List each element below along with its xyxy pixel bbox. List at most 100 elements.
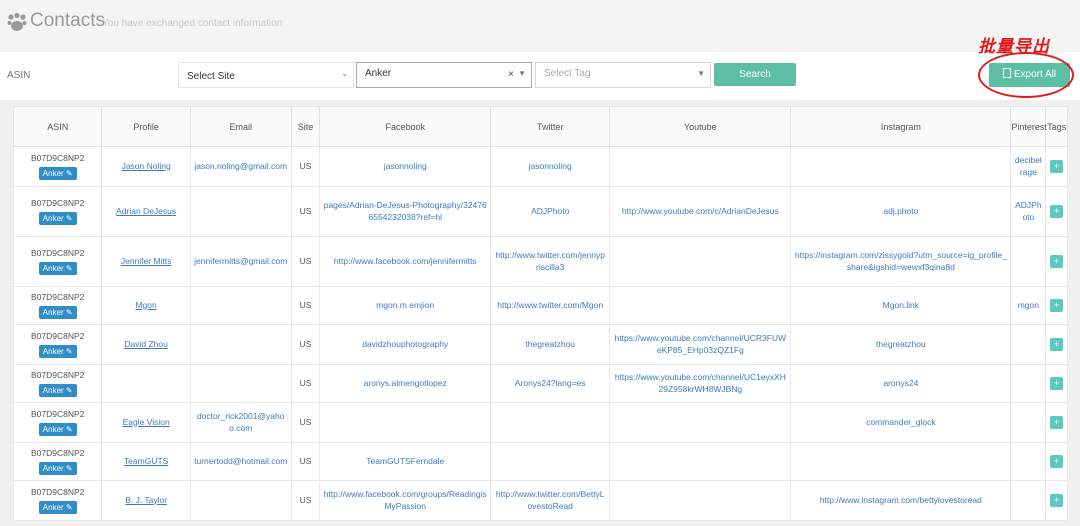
edit-pencil-icon[interactable]: ✎ <box>64 308 73 317</box>
edit-pencil-icon[interactable]: ✎ <box>64 425 73 434</box>
twitter-cell[interactable]: http://www.twitter.com/jennypriscilla3 <box>490 236 611 287</box>
instagram-cell[interactable]: thegreatzhou <box>790 324 1012 365</box>
clear-icon[interactable]: × <box>508 69 514 80</box>
add-tag-button[interactable]: + <box>1050 494 1064 507</box>
brand-badge[interactable]: Anker ✎ <box>38 461 77 476</box>
profile-link[interactable]: Mgon <box>136 300 157 310</box>
instagram-cell[interactable] <box>790 146 1012 187</box>
edit-pencil-icon[interactable]: ✎ <box>64 214 73 223</box>
pinterest-cell[interactable]: decibelrage <box>1010 146 1047 187</box>
search-button[interactable]: Search <box>714 63 796 86</box>
add-tag-button[interactable]: + <box>1050 299 1064 312</box>
pinterest-cell[interactable] <box>1010 236 1047 287</box>
youtube-cell[interactable] <box>609 236 792 287</box>
brand-badge-label: Anker <box>42 385 64 395</box>
facebook-cell[interactable]: http://www.facebook.com/jennifermitts <box>319 236 492 287</box>
brand-badge[interactable]: Anker ✎ <box>38 344 77 359</box>
brand-badge[interactable]: Anker ✎ <box>38 166 77 181</box>
facebook-cell[interactable] <box>319 402 492 443</box>
pinterest-cell[interactable]: ADJPhoto <box>1010 186 1047 237</box>
instagram-cell[interactable]: Mgon.link <box>790 286 1012 325</box>
twitter-cell[interactable]: jasonnoling <box>490 146 611 187</box>
profile-link[interactable]: David Zhou <box>124 339 167 349</box>
tag-select[interactable]: Select Tag ▼ <box>535 62 711 88</box>
profile-link[interactable]: Adrian DeJesus <box>116 206 176 216</box>
profile-link[interactable]: Jason Noling <box>122 161 171 171</box>
add-tag-button[interactable]: + <box>1050 338 1064 351</box>
email-cell[interactable]: doctor_rick2001@yahoo.com <box>189 402 292 443</box>
email-cell[interactable] <box>189 324 292 365</box>
email-cell[interactable] <box>189 480 292 521</box>
email-cell[interactable] <box>189 364 292 403</box>
instagram-cell[interactable]: https://instagram.com/zissygold?utm_sour… <box>790 236 1012 287</box>
pinterest-cell[interactable] <box>1010 480 1047 521</box>
profile-cell: Eagle Vision <box>101 402 191 443</box>
edit-pencil-icon[interactable]: ✎ <box>64 503 73 512</box>
email-cell[interactable] <box>189 286 292 325</box>
youtube-cell[interactable] <box>609 286 792 325</box>
email-cell[interactable]: jennifermitts@gmail.com <box>189 236 292 287</box>
instagram-cell[interactable]: http://www.instagram.com/bettylovestorea… <box>790 480 1012 521</box>
youtube-cell[interactable]: http://www.youtube.com/c/AdrianDeJesus <box>609 186 792 237</box>
add-tag-button[interactable]: + <box>1050 205 1064 218</box>
brand-badge[interactable]: Anker ✎ <box>38 305 77 320</box>
youtube-cell[interactable]: https://www.youtube.com/channel/UC1eyxXH… <box>609 364 792 403</box>
brand-badge[interactable]: Anker ✎ <box>38 500 77 515</box>
twitter-cell[interactable] <box>490 442 611 481</box>
twitter-cell[interactable]: Aronys24?lang=es <box>490 364 611 403</box>
brand-badge[interactable]: Anker ✎ <box>38 422 77 437</box>
edit-pencil-icon[interactable]: ✎ <box>64 347 73 356</box>
add-tag-button[interactable]: + <box>1050 455 1064 468</box>
add-tag-button[interactable]: + <box>1050 255 1064 268</box>
email-cell[interactable]: turnertodd@hotmail.com <box>189 442 292 481</box>
brand-select[interactable]: Anker × ▼ <box>356 62 532 88</box>
twitter-cell[interactable] <box>490 402 611 443</box>
asin-input[interactable] <box>0 62 172 88</box>
tags-cell: + <box>1045 402 1068 443</box>
pinterest-cell[interactable] <box>1010 442 1047 481</box>
brand-badge[interactable]: Anker ✎ <box>38 261 77 276</box>
facebook-cell[interactable]: jasonnoling <box>319 146 492 187</box>
add-tag-button[interactable]: + <box>1050 160 1064 173</box>
youtube-cell[interactable] <box>609 146 792 187</box>
instagram-cell[interactable]: commander_glock <box>790 402 1012 443</box>
edit-pencil-icon[interactable]: ✎ <box>64 264 73 273</box>
facebook-cell[interactable]: TeamGUTSFerndale <box>319 442 492 481</box>
edit-pencil-icon[interactable]: ✎ <box>64 464 73 473</box>
facebook-cell[interactable]: davidzhouphotography <box>319 324 492 365</box>
facebook-cell[interactable]: mgon.m.emjion <box>319 286 492 325</box>
instagram-cell[interactable]: aronys24 <box>790 364 1012 403</box>
brand-badge[interactable]: Anker ✎ <box>38 211 77 226</box>
profile-link[interactable]: B. J. Taylor <box>125 495 167 505</box>
edit-pencil-icon[interactable]: ✎ <box>64 386 73 395</box>
add-tag-button[interactable]: + <box>1050 416 1064 429</box>
facebook-cell[interactable]: pages/Adrian-DeJesus-Photography/3247665… <box>319 186 492 237</box>
brand-badge[interactable]: Anker ✎ <box>38 383 77 398</box>
instagram-cell[interactable]: adj.photo <box>790 186 1012 237</box>
youtube-cell[interactable] <box>609 442 792 481</box>
profile-link[interactable]: Eagle Vision <box>123 417 170 427</box>
profile-link[interactable]: Jennifer Mitts <box>121 256 172 266</box>
youtube-cell[interactable]: https://www.youtube.com/channel/UCR3FUWe… <box>609 324 792 365</box>
edit-pencil-icon[interactable]: ✎ <box>64 169 73 178</box>
asin-cell: B07D9C8NP2 Anker ✎ <box>12 480 103 521</box>
email-cell[interactable] <box>189 186 292 237</box>
profile-link[interactable]: TeamGUTS <box>124 456 168 466</box>
twitter-cell[interactable]: http://www.twitter.com/BettyLovestoRead <box>490 480 611 521</box>
add-tag-button[interactable]: + <box>1050 377 1064 390</box>
youtube-cell[interactable] <box>609 480 792 521</box>
site-select[interactable]: Select Site ⌄ <box>178 62 354 88</box>
youtube-cell[interactable] <box>609 402 792 443</box>
facebook-cell[interactable]: http://www.facebook.com/groups/Readingis… <box>319 480 492 521</box>
twitter-cell[interactable]: thegreatzhou <box>490 324 611 365</box>
twitter-cell[interactable]: ADJPhoto <box>490 186 611 237</box>
twitter-cell[interactable]: http://www.twitter.com/Mgon <box>490 286 611 325</box>
brand-badge-label: Anker <box>42 502 64 512</box>
pinterest-cell[interactable] <box>1010 402 1047 443</box>
facebook-cell[interactable]: aronys.almengotlopez <box>319 364 492 403</box>
email-cell[interactable]: jason.noling@gmail.com <box>189 146 292 187</box>
pinterest-cell[interactable] <box>1010 324 1047 365</box>
instagram-cell[interactable] <box>790 442 1012 481</box>
pinterest-cell[interactable]: mgon <box>1010 286 1047 325</box>
pinterest-cell[interactable] <box>1010 364 1047 403</box>
